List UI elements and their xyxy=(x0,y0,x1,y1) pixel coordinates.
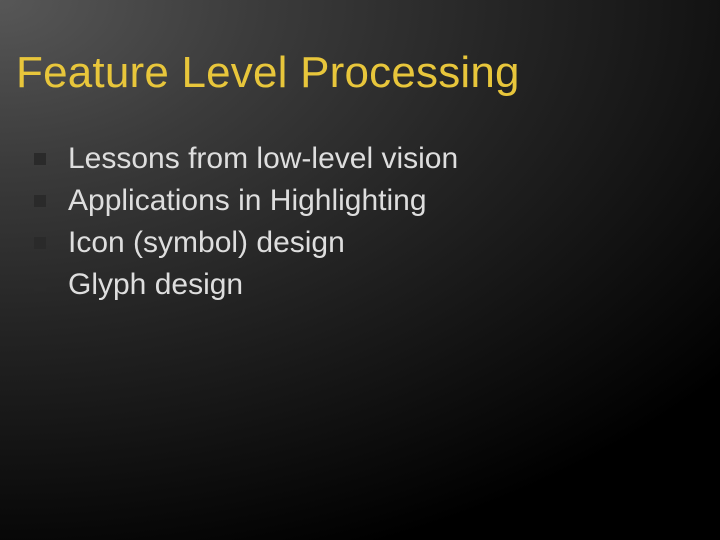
square-bullet-icon xyxy=(34,237,46,249)
square-bullet-icon xyxy=(34,279,46,291)
slide: Feature Level Processing Lessons from lo… xyxy=(0,0,720,540)
list-item: Applications in Highlighting xyxy=(34,182,458,220)
bullet-text: Glyph design xyxy=(68,266,243,304)
list-item: Icon (symbol) design xyxy=(34,224,458,262)
list-item: Lessons from low-level vision xyxy=(34,140,458,178)
bullet-text: Applications in Highlighting xyxy=(68,182,427,220)
bullet-text: Lessons from low-level vision xyxy=(68,140,458,178)
square-bullet-icon xyxy=(34,153,46,165)
bullet-list: Lessons from low-level vision Applicatio… xyxy=(34,140,458,308)
bullet-text: Icon (symbol) design xyxy=(68,224,345,262)
list-item: Glyph design xyxy=(34,266,458,304)
square-bullet-icon xyxy=(34,195,46,207)
slide-title: Feature Level Processing xyxy=(16,48,520,98)
